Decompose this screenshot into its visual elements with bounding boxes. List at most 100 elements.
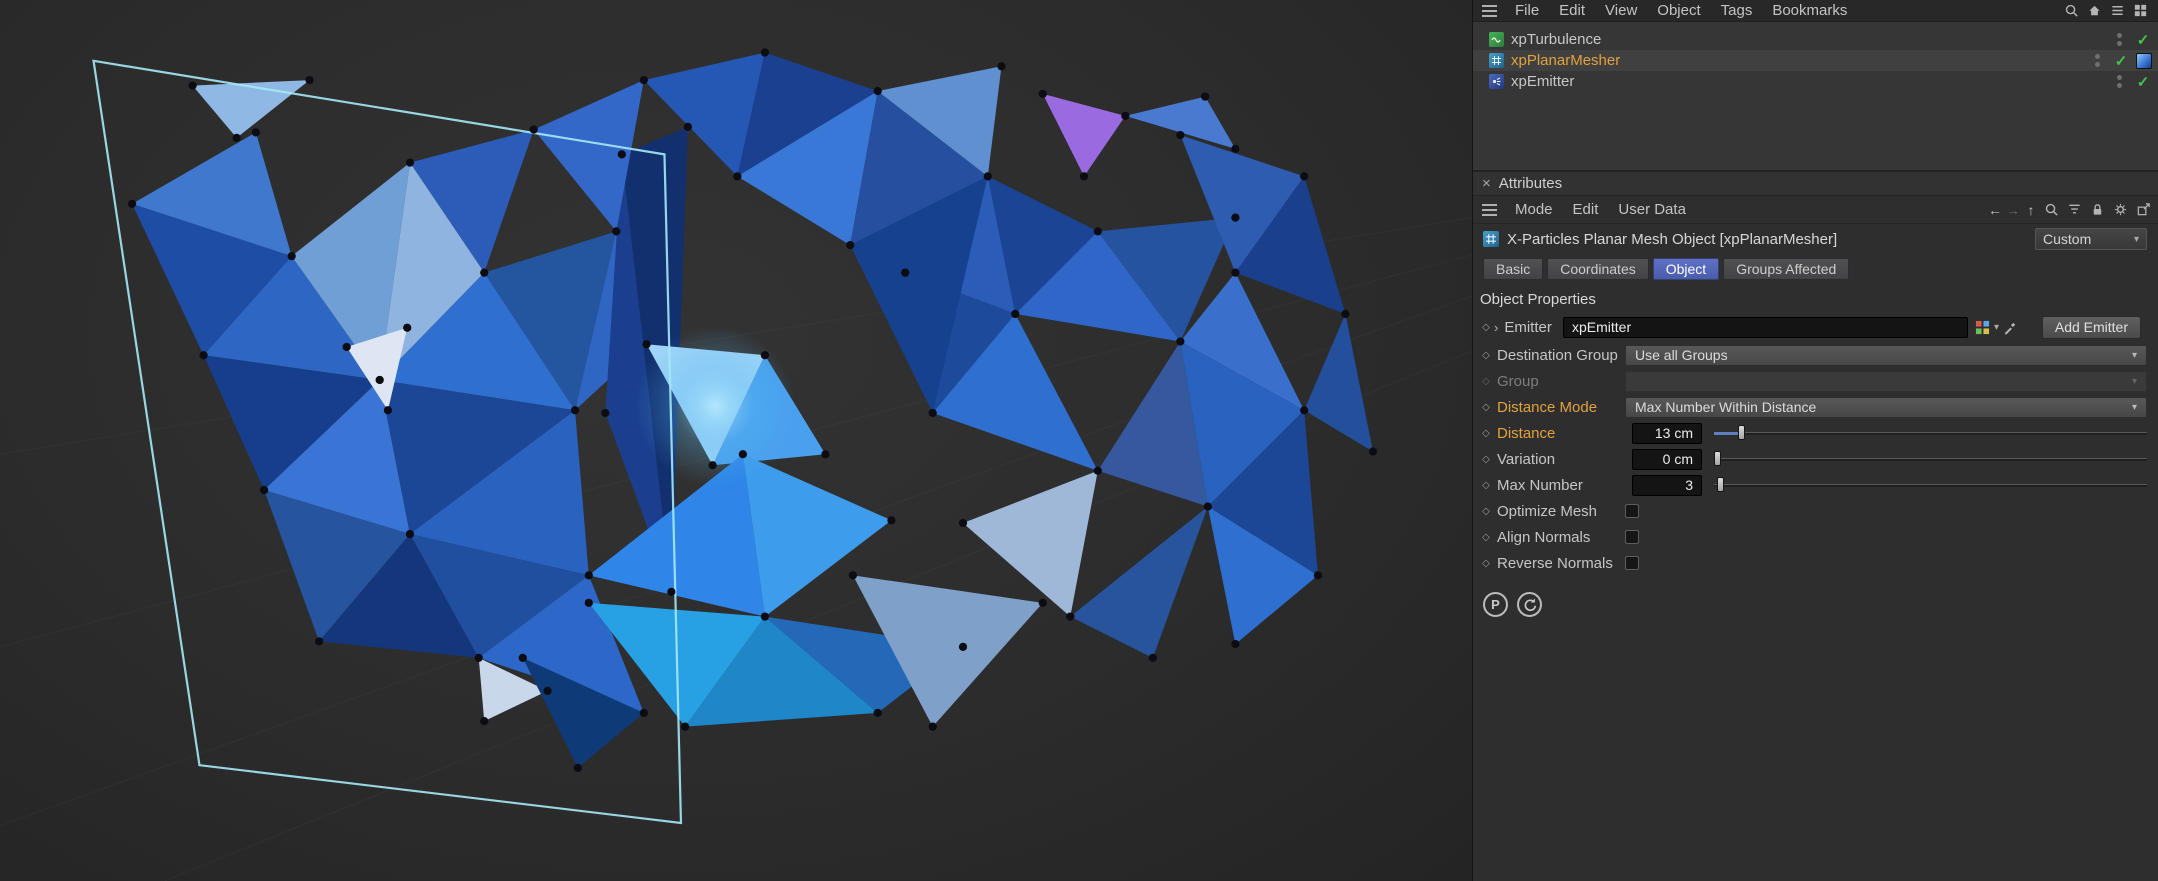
optimize-mesh-checkbox[interactable] — [1625, 504, 1639, 518]
reset-rotate-button[interactable] — [1517, 592, 1542, 617]
tab-groups-affected[interactable]: Groups Affected — [1723, 258, 1850, 280]
max-number-slider[interactable] — [1714, 476, 2147, 494]
attributes-object-header: X-Particles Planar Mesh Object [xpPlanar… — [1473, 224, 2158, 254]
visibility-toggle-dots[interactable] — [2116, 33, 2122, 46]
hamburger-icon[interactable] — [1482, 208, 1497, 211]
link-target-icon[interactable] — [1975, 320, 1990, 335]
slider-handle[interactable] — [1717, 477, 1724, 492]
forward-arrow-icon[interactable]: → — [2004, 202, 2022, 218]
enabled-check-icon[interactable]: ✓ — [2134, 73, 2152, 91]
field-row-distance: ◇ Distance — [1473, 420, 2158, 446]
viewport-3d[interactable] — [0, 0, 1472, 881]
field-row-max-number: ◇ Max Number — [1473, 472, 2158, 498]
reverse-normals-checkbox[interactable] — [1625, 556, 1639, 570]
max-number-value-field[interactable] — [1632, 474, 1702, 496]
chevron-down-icon[interactable]: ▾ — [1994, 322, 1999, 333]
key-diamond-icon[interactable]: ◇ — [1481, 532, 1491, 543]
key-diamond-icon[interactable]: ◇ — [1481, 350, 1491, 361]
menu-bookmarks[interactable]: Bookmarks — [1762, 2, 1857, 19]
lock-icon[interactable] — [2089, 201, 2106, 218]
emitter-link-field[interactable] — [1563, 316, 1968, 338]
search-icon[interactable] — [2043, 201, 2060, 218]
back-arrow-icon[interactable]: ← — [1986, 202, 2004, 218]
enabled-check-icon[interactable]: ✓ — [2112, 52, 2130, 70]
list-icon[interactable] — [2109, 2, 2126, 19]
menu-file[interactable]: File — [1505, 2, 1549, 19]
destination-group-dropdown[interactable]: Use all Groups ▾ — [1625, 344, 2147, 366]
tab-coordinates[interactable]: Coordinates — [1547, 258, 1649, 280]
variation-value-field[interactable] — [1632, 448, 1702, 470]
up-arrow-icon[interactable]: ↑ — [2022, 202, 2040, 218]
chevron-down-icon: ▾ — [2131, 349, 2137, 361]
right-panel: File Edit View Object Tags Bookmarks xpT… — [1472, 0, 2158, 881]
visibility-toggle-dots[interactable] — [2116, 75, 2122, 88]
field-label: Reverse Normals — [1497, 554, 1613, 572]
key-diamond-icon[interactable]: ◇ — [1481, 402, 1491, 413]
add-emitter-button[interactable]: Add Emitter — [2041, 315, 2141, 339]
align-normals-checkbox[interactable] — [1625, 530, 1639, 544]
object-row-xpemitter[interactable]: xpEmitter ✓ — [1473, 71, 2158, 92]
field-row-optimize-mesh: ◇ Optimize Mesh — [1473, 498, 2158, 524]
menu-edit[interactable]: Edit — [1549, 2, 1595, 19]
visibility-toggle-dots[interactable] — [2094, 54, 2100, 67]
close-icon[interactable]: × — [1473, 175, 1499, 192]
menu-mode[interactable]: Mode — [1505, 201, 1563, 218]
key-diamond-icon[interactable]: ◇ — [1481, 428, 1491, 439]
preset-circle-button[interactable]: P — [1483, 592, 1508, 617]
menu-user-data[interactable]: User Data — [1608, 201, 1696, 218]
expand-chevron-icon[interactable]: › — [1494, 320, 1498, 335]
texture-preview-icon[interactable] — [2136, 52, 2152, 69]
slider-handle[interactable] — [1714, 451, 1721, 466]
group-dropdown: ▾ — [1625, 370, 2147, 392]
field-label: Group — [1497, 372, 1539, 390]
key-diamond-icon[interactable]: ◇ — [1481, 506, 1491, 517]
field-row-emitter: ◇ › Emitter ▾ Add Emitter — [1473, 312, 2158, 342]
home-icon[interactable] — [2086, 2, 2103, 19]
attributes-menubar: Mode Edit User Data ← → ↑ — [1473, 196, 2158, 224]
field-label: Emitter — [1504, 318, 1552, 336]
slider-handle[interactable] — [1738, 425, 1745, 440]
specular-glow — [635, 326, 796, 486]
distance-value-field[interactable] — [1632, 422, 1702, 444]
planar-mesher-object-icon — [1483, 231, 1499, 247]
preset-value: Custom — [2043, 231, 2092, 247]
field-row-group: ◇ Group ▾ — [1473, 368, 2158, 394]
dropdown-value: Max Number Within Distance — [1635, 399, 1817, 415]
distance-slider[interactable] — [1714, 424, 2147, 442]
application-window: File Edit View Object Tags Bookmarks xpT… — [0, 0, 2158, 881]
gear-icon[interactable] — [2112, 201, 2129, 218]
field-row-variation: ◇ Variation — [1473, 446, 2158, 472]
chevron-down-icon: ▾ — [2131, 375, 2137, 387]
object-name[interactable]: xpTurbulence — [1511, 31, 1601, 48]
menu-object[interactable]: Object — [1647, 2, 1710, 19]
field-label: Align Normals — [1497, 528, 1591, 546]
enabled-check-icon[interactable]: ✓ — [2134, 31, 2152, 49]
tab-basic[interactable]: Basic — [1483, 258, 1544, 280]
key-diamond-icon[interactable]: ◇ — [1481, 558, 1491, 569]
key-diamond-icon[interactable]: ◇ — [1481, 480, 1491, 491]
eyedropper-icon[interactable] — [2003, 320, 2018, 335]
tab-object[interactable]: Object — [1652, 258, 1720, 280]
menu-view[interactable]: View — [1595, 2, 1647, 19]
object-row-xpplanarmesher[interactable]: xpPlanarMesher ✓ — [1473, 50, 2158, 71]
variation-slider[interactable] — [1714, 450, 2147, 468]
object-name[interactable]: xpPlanarMesher — [1511, 52, 1620, 69]
preset-dropdown[interactable]: Custom ▾ — [2035, 228, 2147, 250]
layout-grid-icon[interactable] — [2132, 2, 2149, 19]
object-name[interactable]: xpEmitter — [1511, 73, 1574, 90]
object-row-xpturbulence[interactable]: xpTurbulence ✓ — [1473, 29, 2158, 50]
field-label: Max Number — [1497, 476, 1583, 494]
mesh-object[interactable] — [0, 0, 1472, 881]
distance-mode-dropdown[interactable]: Max Number Within Distance ▾ — [1625, 396, 2147, 418]
menu-tags[interactable]: Tags — [1711, 2, 1763, 19]
key-diamond-icon[interactable]: ◇ — [1481, 454, 1491, 465]
main-menubar: File Edit View Object Tags Bookmarks — [1473, 0, 2158, 22]
filter-icon[interactable] — [2066, 201, 2083, 218]
key-diamond-icon[interactable]: ◇ — [1481, 322, 1491, 333]
search-icon[interactable] — [2063, 2, 2080, 19]
field-label: Distance Mode — [1497, 398, 1598, 416]
panel-title: Attributes — [1498, 175, 1563, 192]
hamburger-icon[interactable] — [1482, 9, 1497, 12]
menu-edit[interactable]: Edit — [1563, 201, 1609, 218]
popout-icon[interactable] — [2135, 201, 2152, 218]
